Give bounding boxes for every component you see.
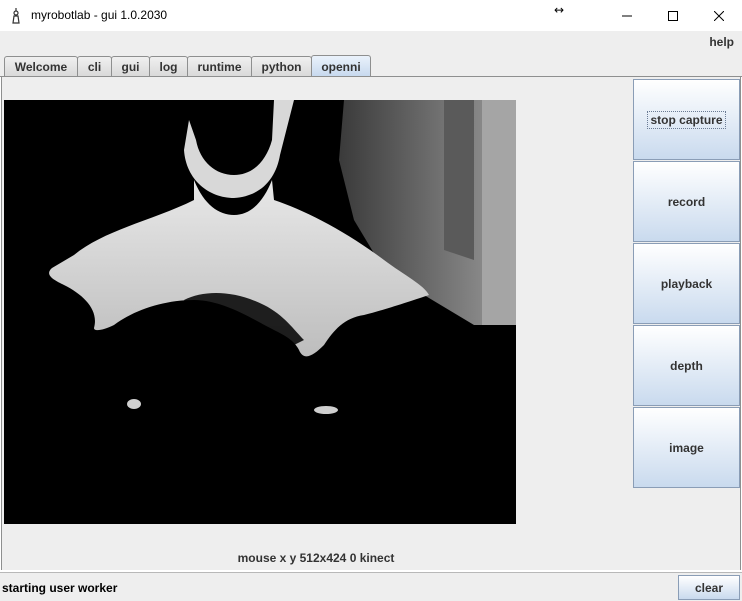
- tab-log[interactable]: log: [149, 56, 188, 77]
- tab-welcome[interactable]: Welcome: [4, 56, 78, 77]
- menu-help[interactable]: help: [709, 35, 734, 49]
- record-button[interactable]: record: [633, 161, 740, 242]
- close-icon: [714, 10, 724, 21]
- tab-openni[interactable]: openni: [311, 55, 371, 77]
- mouse-info-line: mouse x y 512x424 0 kinect: [237, 551, 395, 565]
- tab-runtime[interactable]: runtime: [187, 56, 252, 77]
- maximize-button[interactable]: [650, 0, 696, 31]
- tab-gui[interactable]: gui: [111, 56, 150, 77]
- maximize-icon: [668, 10, 678, 21]
- close-button[interactable]: [696, 0, 742, 31]
- status-log-text: starting user worker: [2, 581, 118, 595]
- openni-panel: stop capture record playback depth image…: [1, 77, 741, 570]
- tab-python[interactable]: python: [251, 56, 312, 77]
- depth-image: [4, 100, 516, 524]
- minimize-button[interactable]: [604, 0, 650, 31]
- app-icon: [12, 8, 20, 24]
- resize-horizontal-icon: ↔: [554, 3, 565, 17]
- image-button[interactable]: image: [633, 407, 740, 488]
- window-title: myrobotlab - gui 1.0.2030: [31, 8, 168, 22]
- depth-button[interactable]: depth: [633, 325, 740, 406]
- tab-cli[interactable]: cli: [77, 56, 112, 77]
- depth-video-feed[interactable]: [4, 100, 516, 524]
- playback-button[interactable]: playback: [633, 243, 740, 324]
- clear-button[interactable]: clear: [678, 575, 740, 600]
- tab-strip: Welcome cli gui log runtime python openn…: [0, 53, 742, 77]
- stop-capture-button[interactable]: stop capture: [633, 79, 740, 160]
- title-bar: myrobotlab - gui 1.0.2030 ↔: [0, 0, 742, 31]
- stop-capture-label: stop capture: [647, 110, 726, 129]
- menu-bar: help: [0, 31, 742, 53]
- status-bar: starting user worker clear: [0, 572, 742, 601]
- minimize-icon: [622, 15, 632, 16]
